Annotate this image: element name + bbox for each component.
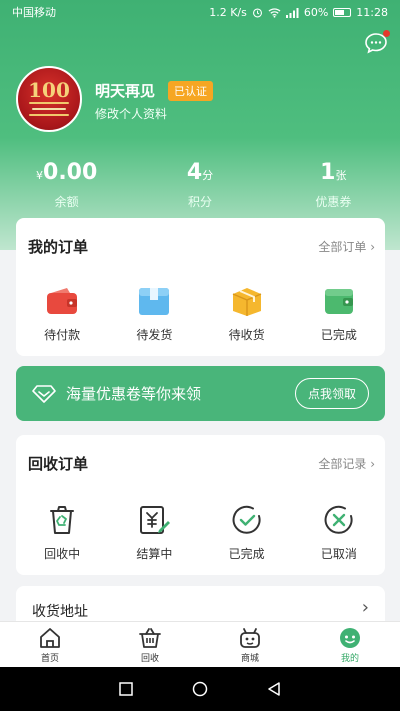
all-records-link[interactable]: 全部记录 › bbox=[318, 455, 375, 472]
coupon-banner-text: 海量优惠卷等你来领 bbox=[66, 385, 202, 403]
recycle-cancelled[interactable]: 已取消 bbox=[293, 503, 385, 562]
avatar-decoration bbox=[29, 102, 69, 104]
robot-icon bbox=[240, 628, 260, 648]
tab-mine[interactable]: 我的 bbox=[300, 622, 400, 667]
clock: 11:28 bbox=[356, 5, 388, 19]
avatar-number: 100 bbox=[28, 78, 70, 102]
recycle-orders-title: 回收订单 bbox=[28, 455, 89, 473]
order-pending-payment-label: 待付款 bbox=[44, 328, 81, 342]
all-orders-link[interactable]: 全部订单 › bbox=[318, 238, 375, 255]
settlement-icon bbox=[140, 506, 171, 534]
order-pending-shipment[interactable]: 待发货 bbox=[108, 284, 200, 343]
recycle-completed[interactable]: 已完成 bbox=[201, 503, 293, 562]
recycle-settling[interactable]: 结算中 bbox=[108, 503, 200, 562]
bottom-tab-bar: 首页 回收 商城 我的 bbox=[0, 621, 400, 667]
tab-recycle-label: 回收 bbox=[140, 654, 159, 664]
account-stats: ¥0.00 余额 4分 积分 1张 优惠券 bbox=[0, 160, 400, 210]
home-icon bbox=[40, 628, 60, 648]
tab-recycle[interactable]: 回收 bbox=[100, 622, 200, 667]
check-circle-icon bbox=[232, 505, 261, 534]
tab-mall-label: 商城 bbox=[240, 654, 259, 664]
network-speed: 1.2 K/s bbox=[209, 5, 247, 19]
status-bar: 中国移动 1.2 K/s 60% 11:28 bbox=[0, 0, 400, 24]
battery-percent: 60% bbox=[303, 5, 329, 19]
avatar-decoration bbox=[32, 108, 66, 110]
verified-badge: 已认证 bbox=[168, 81, 213, 101]
wifi-icon bbox=[268, 7, 281, 18]
edit-profile-link[interactable]: 修改个人资料 bbox=[95, 105, 167, 122]
order-pending-shipment-label: 待发货 bbox=[136, 328, 173, 342]
coupons-stat[interactable]: 1张 优惠券 bbox=[267, 160, 400, 210]
avatar[interactable]: 100 bbox=[16, 66, 82, 132]
points-value: 4 bbox=[186, 160, 203, 185]
avatar-decoration bbox=[29, 114, 69, 116]
recycle-completed-label: 已完成 bbox=[228, 547, 265, 561]
order-pending-receipt[interactable]: 待收货 bbox=[201, 284, 293, 343]
my-orders-card: 我的订单 全部订单 › 待付款 待发货 待收货 已完成 bbox=[16, 218, 385, 356]
claim-coupon-button[interactable]: 点我领取 bbox=[294, 378, 369, 409]
user-name: 明天再见 bbox=[95, 82, 156, 100]
points-label: 积分 bbox=[187, 195, 212, 209]
carrier-name: 中国移动 bbox=[12, 6, 56, 19]
currency-symbol: ¥ bbox=[36, 169, 44, 182]
balance-stat[interactable]: ¥0.00 余额 bbox=[0, 160, 133, 210]
unread-dot bbox=[383, 30, 390, 37]
package-icon bbox=[139, 288, 170, 315]
alarm-icon bbox=[252, 7, 262, 17]
points-stat[interactable]: 4分 积分 bbox=[133, 160, 266, 210]
coupons-unit: 张 bbox=[335, 169, 347, 182]
order-status-row: 待付款 待发货 待收货 已完成 bbox=[16, 284, 385, 343]
order-pending-receipt-label: 待收货 bbox=[228, 328, 265, 342]
address-label: 收货地址 bbox=[32, 604, 88, 620]
balance-label: 余额 bbox=[54, 195, 79, 209]
recents-icon[interactable] bbox=[119, 682, 134, 696]
recycle-settling-label: 结算中 bbox=[136, 547, 173, 561]
recycle-orders-card: 回收订单 全部记录 › 回收中 结算中 已完成 已取消 bbox=[16, 435, 385, 575]
recycle-in-progress-label: 回收中 bbox=[44, 547, 81, 561]
system-navigation-bar bbox=[0, 667, 400, 711]
back-triangle-icon[interactable] bbox=[267, 682, 281, 696]
points-unit: 分 bbox=[202, 169, 214, 182]
order-completed-label: 已完成 bbox=[320, 328, 357, 342]
coupons-label: 优惠券 bbox=[315, 195, 352, 209]
completed-wallet-icon bbox=[324, 289, 353, 314]
cancel-circle-icon bbox=[324, 505, 353, 534]
recycle-status-row: 回收中 结算中 已完成 已取消 bbox=[16, 503, 385, 562]
tab-home[interactable]: 首页 bbox=[0, 622, 100, 667]
my-orders-title: 我的订单 bbox=[28, 238, 89, 256]
home-circle-icon[interactable] bbox=[192, 681, 208, 697]
chevron-right-icon: › bbox=[361, 597, 369, 618]
order-pending-payment[interactable]: 待付款 bbox=[16, 284, 108, 343]
battery-icon bbox=[333, 7, 352, 17]
box-icon bbox=[232, 288, 261, 316]
tab-home-label: 首页 bbox=[40, 654, 59, 664]
coupon-banner[interactable]: 海量优惠卷等你来领 点我领取 bbox=[16, 366, 385, 421]
recycle-in-progress[interactable]: 回收中 bbox=[16, 503, 108, 562]
basket-icon bbox=[139, 628, 161, 648]
tab-mall[interactable]: 商城 bbox=[200, 622, 300, 667]
message-button[interactable] bbox=[364, 30, 390, 54]
balance-value: 0.00 bbox=[43, 160, 98, 185]
wallet-icon bbox=[47, 288, 78, 314]
recycle-bin-icon bbox=[50, 506, 75, 534]
diamond-icon bbox=[32, 384, 56, 403]
order-completed[interactable]: 已完成 bbox=[293, 284, 385, 343]
tab-mine-label: 我的 bbox=[340, 654, 359, 664]
signal-icon bbox=[285, 7, 299, 18]
coupons-value: 1 bbox=[320, 160, 336, 185]
profile-icon bbox=[340, 628, 360, 648]
recycle-cancelled-label: 已取消 bbox=[320, 547, 357, 561]
